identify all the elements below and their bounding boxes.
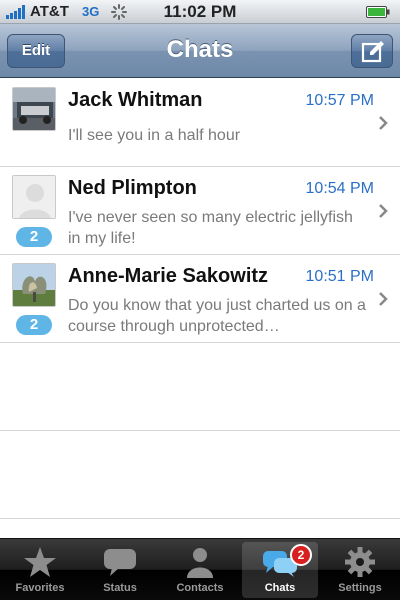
nav-bar: Edit Chats <box>0 24 400 78</box>
tab-label: Chats <box>264 582 296 594</box>
message-time: 10:54 PM <box>305 180 374 197</box>
contact-name: Anne-Marie Sakowitz <box>68 265 269 287</box>
chevron-right-icon <box>379 116 388 130</box>
battery-icon <box>366 6 390 18</box>
person-icon <box>187 548 213 578</box>
tab-label: Contacts <box>176 582 224 594</box>
chevron-right-icon <box>379 292 388 306</box>
chevron-right-icon <box>379 204 388 218</box>
gear-icon <box>345 547 375 577</box>
message-time: 10:51 PM <box>305 268 374 285</box>
tab-favorites[interactable]: Favorites <box>2 542 78 598</box>
empty-list-row <box>0 431 400 519</box>
tab-bar: Favorites Status Contacts 2 Chats Settin… <box>0 538 400 600</box>
tab-contacts[interactable]: Contacts <box>162 542 238 598</box>
avatar <box>12 87 56 131</box>
chat-row[interactable]: Jack Whitman 10:57 PM I'll see you in a … <box>0 79 400 167</box>
message-preview: I've never seen so many electric jellyfi… <box>68 209 353 247</box>
chat-row[interactable]: 2 Anne-Marie Sakowitz 10:51 PM Do you kn… <box>0 255 400 343</box>
compose-button[interactable] <box>351 34 393 68</box>
compose-icon <box>361 41 384 63</box>
tab-label: Status <box>103 582 137 594</box>
message-time: 10:57 PM <box>305 92 374 109</box>
page-title: Chats <box>166 36 234 63</box>
tab-badge: 2 <box>290 544 312 566</box>
contact-name: Jack Whitman <box>68 89 203 111</box>
chat-list: Jack Whitman 10:57 PM I'll see you in a … <box>0 79 400 537</box>
status-time: 11:02 PM <box>163 2 237 21</box>
avatar <box>12 263 56 307</box>
speech-bubble-icon <box>104 549 136 576</box>
tab-settings[interactable]: Settings <box>322 542 398 598</box>
star-icon <box>24 547 56 577</box>
tab-status[interactable]: Status <box>82 542 158 598</box>
message-preview: Do you know that you just charted us on … <box>68 297 366 335</box>
status-bar: AT&T 3G 11:02 PM <box>0 0 400 24</box>
message-preview: I'll see you in a half hour <box>68 127 241 144</box>
chat-row[interactable]: 2 Ned Plimpton 10:54 PM I've never seen … <box>0 167 400 255</box>
tab-label: Favorites <box>15 582 65 594</box>
empty-list-row <box>0 343 400 431</box>
unread-count-badge: 2 <box>16 315 52 335</box>
avatar <box>12 175 56 219</box>
contact-name: Ned Plimpton <box>68 177 197 199</box>
tab-chats[interactable]: 2 Chats <box>242 542 318 598</box>
tab-label: Settings <box>338 582 382 594</box>
unread-count-badge: 2 <box>16 227 52 247</box>
